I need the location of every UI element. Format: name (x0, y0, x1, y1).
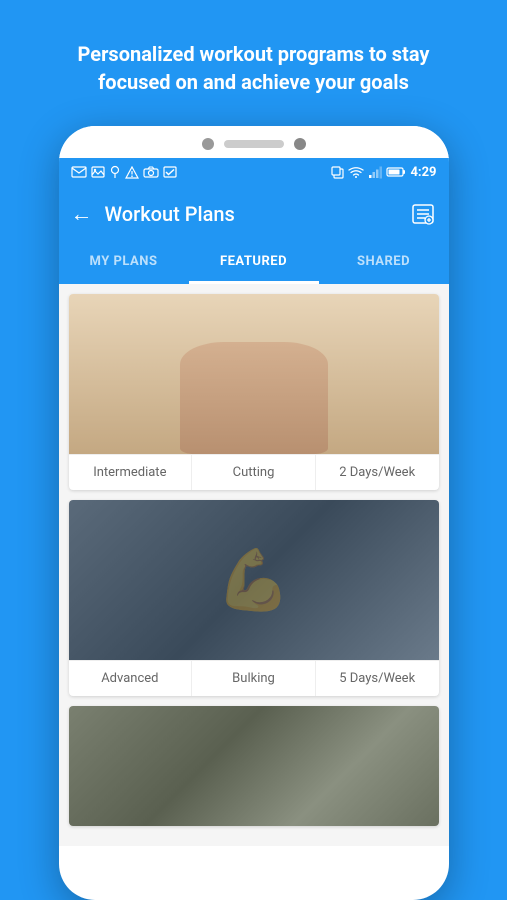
card-tag-level-1: Intermediate (69, 455, 193, 490)
signal-icon (368, 166, 382, 179)
speaker (224, 140, 284, 148)
card-image-2: Building Solid Muscle (69, 500, 439, 660)
card-tag-type-2: Bulking (192, 661, 316, 696)
card-tag-type-1: Cutting (192, 455, 316, 490)
phone-frame: 4:29 ← Workout Plans MY PLANS FEATURED S… (59, 126, 449, 900)
app-bar-title: Workout Plans (105, 202, 409, 226)
image-icon (91, 166, 105, 178)
email-icon (71, 166, 87, 178)
search-filter-icon[interactable] (409, 200, 437, 228)
camera-icon (143, 166, 159, 178)
wifi-icon (348, 166, 364, 179)
workout-card-1[interactable]: Six Week Six Pack Abs Intermediate Cutti… (69, 294, 439, 490)
card-image-3-partial (69, 706, 439, 826)
headline: Personalized workout programs to stay fo… (0, 0, 507, 126)
card-tags-2: Advanced Bulking 5 Days/Week (69, 660, 439, 696)
status-icons-right: 4:29 (331, 165, 436, 180)
card-image-1: Six Week Six Pack Abs (69, 294, 439, 454)
dumbbell-figure (69, 500, 439, 660)
abs-figure (69, 294, 439, 454)
card-tags-1: Intermediate Cutting 2 Days/Week (69, 454, 439, 490)
battery-icon (386, 166, 406, 178)
card-tag-level-2: Advanced (69, 661, 193, 696)
card-tag-days-2: 5 Days/Week (316, 661, 439, 696)
app-bar: ← Workout Plans (59, 186, 449, 242)
tabs-bar: MY PLANS FEATURED SHARED (59, 242, 449, 284)
copy-icon (331, 166, 344, 179)
content-area: Six Week Six Pack Abs Intermediate Cutti… (59, 284, 449, 846)
pin-icon (109, 165, 121, 179)
sensor (294, 138, 306, 150)
status-time: 4:29 (410, 165, 436, 180)
workout-card-3-partial[interactable] (69, 706, 439, 826)
status-icons-left (71, 165, 177, 179)
workout-card-2[interactable]: Building Solid Muscle Advanced Bulking 5… (69, 500, 439, 696)
front-camera (202, 138, 214, 150)
status-bar: 4:29 (59, 158, 449, 186)
check-icon (163, 166, 177, 178)
phone-top-bezel (59, 126, 449, 158)
tab-shared[interactable]: SHARED (319, 242, 449, 284)
card-tag-days-1: 2 Days/Week (316, 455, 439, 490)
back-button[interactable]: ← (71, 201, 93, 227)
warning-icon (125, 166, 139, 179)
tab-featured[interactable]: FEATURED (189, 242, 319, 284)
tab-my-plans[interactable]: MY PLANS (59, 242, 189, 284)
